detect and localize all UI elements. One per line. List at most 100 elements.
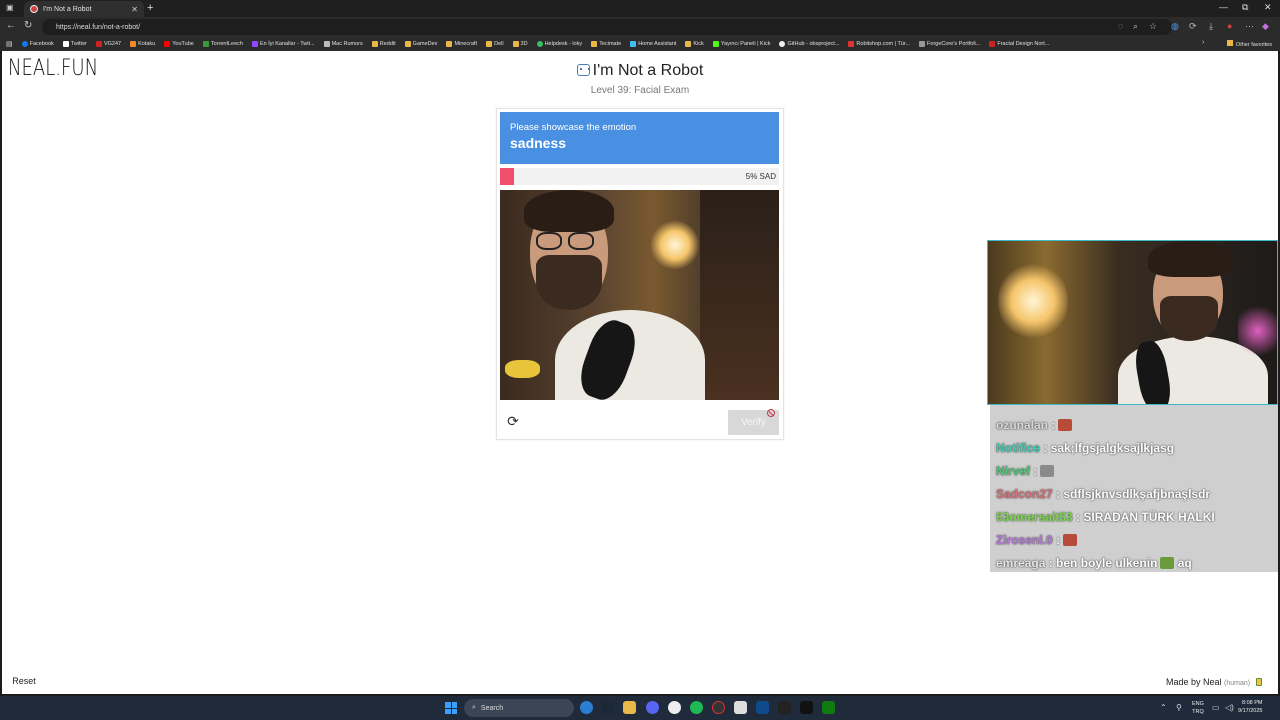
bookmark-item[interactable]: 3D [512,41,528,47]
made-by-label: Made by Neal [1166,677,1222,687]
chat-message: Notifice : sak;lfgsjalgksajlkjasg [996,441,1175,455]
taskbar-search[interactable]: ⌕ Search [464,699,574,717]
bookmark-item[interactable]: VG247 [95,41,121,47]
favorite-star-icon[interactable]: ☆ [1149,21,1157,32]
made-by-link[interactable]: Made by Neal (human) [1160,672,1268,692]
stream-webcam-overlay [987,240,1278,405]
tab-close-icon[interactable]: ✕ [131,5,138,14]
edge-icon[interactable] [580,701,593,714]
location-icon[interactable]: ⚲ [1176,703,1182,712]
yellow-object [505,360,540,378]
bookmark-item[interactable]: Robitshop.com | Tür... [848,41,910,47]
overlay-person-beard [1160,296,1218,341]
bookmark-item[interactable]: Mac Rumors [323,41,363,47]
bookmark-item[interactable]: ForgeCore's Portfoli... [919,41,980,47]
chat-message: ozunalan : [996,418,1073,432]
emotion-meter-fill [500,168,514,185]
obs-icon[interactable] [712,701,725,714]
new-tab-button[interactable]: + [147,2,153,14]
emotion-prompt: Please showcase the emotion sadness [500,112,779,164]
tab-favicon-icon [30,5,38,13]
spotify-icon[interactable] [690,701,703,714]
bookmark-item[interactable]: GameDev [404,41,437,47]
zoom-icon[interactable]: ⌕ [1133,21,1138,32]
person-beard [536,255,602,310]
copilot-icon[interactable]: ◆ [1262,21,1269,32]
network-icon[interactable]: ▭ [1212,703,1220,712]
chat-message: 53omersait53 : SIRADAN TÜRK HALKI [996,510,1215,524]
restore-icon[interactable]: ⧉ [1242,2,1248,13]
app-icon[interactable] [734,701,747,714]
reset-button[interactable]: Reset [6,672,42,690]
more-menu-icon[interactable]: ⋯ [1245,21,1254,32]
downloads-icon[interactable]: ⤓ [1209,21,1213,32]
refresh-icon[interactable]: ↻ [24,20,32,31]
overlay-pink-light [1238,301,1277,361]
bookmark-item[interactable]: Tecimate [591,41,621,47]
bookmarks-bar: ▤ Facebook Twitter VG247 Kotaku YouTube … [0,37,1280,51]
emote-icon [1160,557,1175,569]
chat-message: emreaga : ben boyle ulkenin aq [996,556,1192,570]
bookmark-item[interactable]: Reddit [371,41,396,47]
bookmark-item[interactable]: En İyi Kanallar - Twit... [251,41,315,47]
bookmark-item[interactable]: TorrentLeech [202,41,243,47]
read-aloud-icon[interactable]: ◍ [1171,21,1179,32]
robot-icon [576,64,590,76]
bookmark-item[interactable]: Twitter [62,41,87,47]
browser-tab[interactable]: I'm Not a Robot ✕ [24,1,144,17]
bookmark-item[interactable]: Minecraft [446,41,477,47]
taskbar-clock[interactable]: 8:08 PM 9/17/2025 [1238,699,1262,715]
overlay-person-hair [1148,241,1233,277]
tab-actions-icon[interactable]: ▣ [6,3,14,12]
xbox-icon[interactable] [822,701,835,714]
emote-icon [1058,419,1073,431]
pin-app-icon[interactable] [778,701,791,714]
extensions-icon[interactable]: ⟳ [1189,21,1197,32]
vscode-icon[interactable] [756,701,769,714]
bookmark-item[interactable]: Kick [685,41,704,47]
url-text: https://neal.fun/not-a-robot/ [56,23,141,31]
bookmark-item[interactable]: Yayıncı Paneli | Kick [712,41,770,47]
address-bar[interactable]: https://neal.fun/not-a-robot/ [42,19,1172,35]
volume-icon[interactable]: ◁) [1225,703,1234,712]
language-indicator[interactable]: ENG TRQ [1192,700,1204,716]
bookmark-item[interactable]: Helpdesk - loky [536,41,582,47]
person-hair [524,190,614,232]
bookmark-item[interactable]: GitHub - obsproject... [779,41,839,47]
text-app-icon[interactable] [800,701,813,714]
start-icon[interactable] [445,702,457,714]
file-explorer-icon[interactable] [623,701,636,714]
discord-icon[interactable] [646,701,659,714]
emotion-meter-label: 5% SAD [745,172,776,181]
prompt-emotion: sadness [510,135,567,151]
shelf-area [700,190,779,400]
back-icon[interactable]: ← [6,20,16,31]
profile-icon[interactable]: ● [1227,21,1232,31]
tab-title: I'm Not a Robot [43,5,92,13]
tray-overflow-icon[interactable]: ⌃ [1160,703,1167,712]
overlay-lamp-light [998,261,1068,341]
bookmark-item[interactable]: Dell [486,41,504,47]
made-by-tag: (human) [1224,680,1251,687]
bookmarks-menu-icon[interactable]: ▤ [6,40,13,48]
close-window-icon[interactable]: ✕ [1264,2,1272,13]
bookmarks-overflow-icon[interactable]: › [1202,39,1204,46]
trash-can-icon [1255,678,1262,686]
chrome-icon[interactable] [668,701,681,714]
bookmark-item[interactable]: Fractal Design Nort... [989,41,1049,47]
bookmark-item[interactable]: Kotaku [130,41,155,47]
site-info-icon[interactable]: ◌ [1118,21,1123,31]
glasses-left [536,232,562,250]
bookmark-item[interactable]: YouTube [164,41,194,47]
other-favorites[interactable]: Other favorites [1226,40,1272,48]
site-logo[interactable]: NEAL.FUN [8,56,98,81]
minimize-icon[interactable]: — [1219,2,1228,12]
glasses-right [568,232,594,250]
reload-icon[interactable]: ⟳ [505,413,521,429]
steam-icon[interactable] [601,701,614,714]
chat-message: Nirvef : [996,464,1055,478]
bookmark-item[interactable]: Home Assistant [630,41,676,47]
folder-icon [1226,40,1233,46]
bookmark-item[interactable]: Facebook [21,41,54,47]
emote-icon [1040,465,1055,477]
